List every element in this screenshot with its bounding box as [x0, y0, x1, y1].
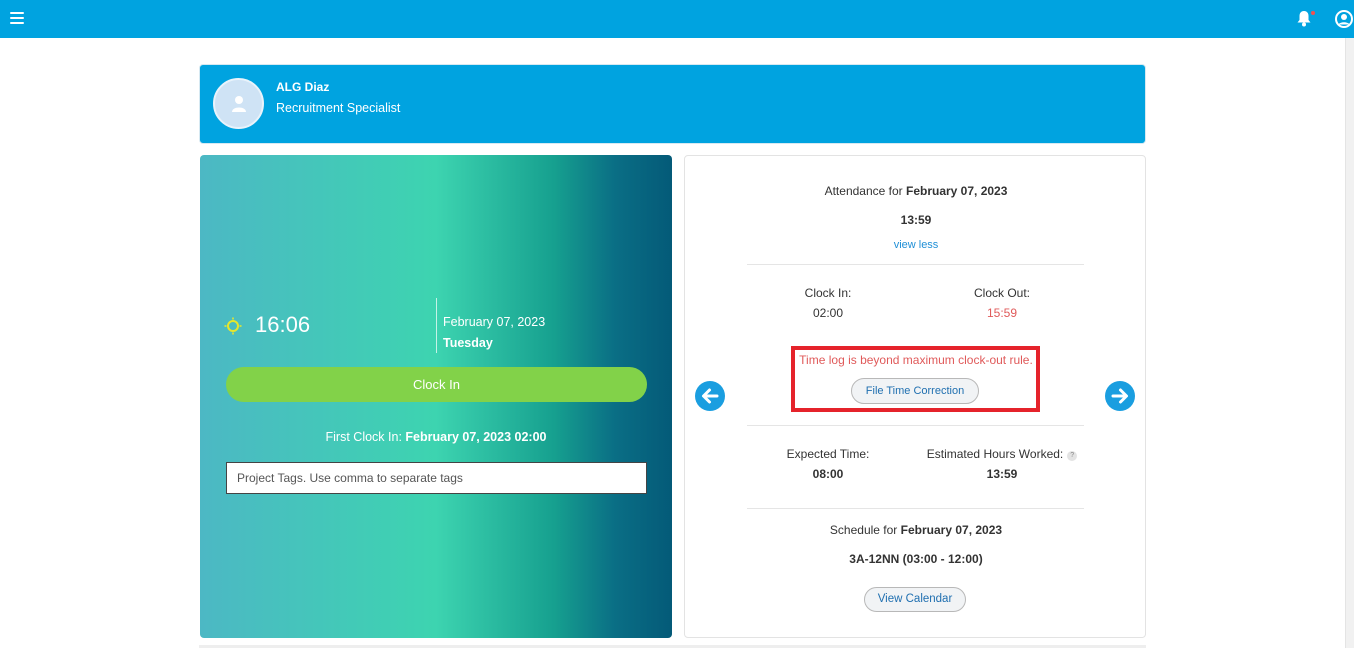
schedule-title: Schedule for February 07, 2023: [685, 523, 1147, 537]
divider: [747, 425, 1084, 426]
attendance-total: 13:59: [900, 213, 932, 227]
help-icon[interactable]: ?: [1067, 451, 1078, 461]
user-circle-icon[interactable]: [1335, 10, 1353, 28]
sun-icon: [224, 317, 242, 335]
person-icon: [232, 96, 246, 112]
project-tags-input[interactable]: [226, 462, 647, 494]
first-clock-in-value: February 07, 2023 02:00: [405, 430, 547, 444]
attendance-title: Attendance for February 07, 2023: [685, 184, 1147, 198]
schedule-title-date: February 07, 2023: [900, 523, 1003, 537]
schedule-value: 3A-12NN (03:00 - 12:00): [849, 552, 983, 566]
arrow-left-circle-icon[interactable]: [695, 381, 725, 411]
attendance-card: Attendance for February 07, 2023 13:59 v…: [684, 155, 1146, 638]
clock-card: 16:06 February 07, 2023 Tuesday Clock In…: [200, 155, 672, 638]
expected-time-value: 08:00: [812, 467, 844, 481]
hamburger-icon[interactable]: [10, 12, 24, 24]
file-time-correction-button[interactable]: File Time Correction: [851, 378, 979, 404]
clock-in-value: 02:00: [812, 306, 844, 320]
first-clock-in: First Clock In: February 07, 2023 02:00: [200, 430, 672, 444]
view-calendar-button[interactable]: View Calendar: [864, 587, 966, 612]
current-date: February 07, 2023: [443, 315, 546, 329]
divider: [747, 264, 1084, 265]
current-time: 16:06: [255, 312, 311, 337]
view-less-link[interactable]: view less: [894, 239, 939, 251]
expected-time-label: Expected Time:: [786, 447, 870, 461]
avatar: [213, 78, 264, 129]
vertical-divider: [436, 298, 437, 353]
attendance-title-date: February 07, 2023: [906, 184, 1008, 198]
current-day: Tuesday: [443, 336, 493, 350]
top-navbar: [0, 0, 1354, 38]
first-clock-in-label: First Clock In:: [325, 430, 402, 444]
bell-icon[interactable]: [1296, 10, 1315, 28]
clock-in-button[interactable]: Clock In: [226, 367, 647, 402]
notification-dot: [1311, 11, 1315, 15]
profile-role: Recruitment Specialist: [276, 101, 401, 115]
attendance-title-prefix: Attendance for: [824, 184, 903, 198]
arrow-right-circle-icon[interactable]: [1105, 381, 1135, 411]
clock-out-label: Clock Out:: [973, 286, 1030, 300]
page-scrollbar[interactable]: [1345, 38, 1354, 648]
schedule-title-prefix: Schedule for: [829, 523, 898, 537]
estimated-hours-text: Estimated Hours Worked:: [926, 447, 1064, 461]
clock-out-warning: Time log is beyond maximum clock-out rul…: [799, 353, 1033, 367]
estimated-hours-label: Estimated Hours Worked:?: [917, 447, 1087, 461]
clock-in-label: Clock In:: [804, 286, 852, 300]
profile-name: ALG Diaz: [276, 80, 330, 94]
estimated-hours-value: 13:59: [986, 467, 1018, 481]
profile-banner: ALG Diaz Recruitment Specialist: [199, 64, 1146, 144]
divider: [747, 508, 1084, 509]
clock-out-value: 15:59: [986, 306, 1018, 320]
